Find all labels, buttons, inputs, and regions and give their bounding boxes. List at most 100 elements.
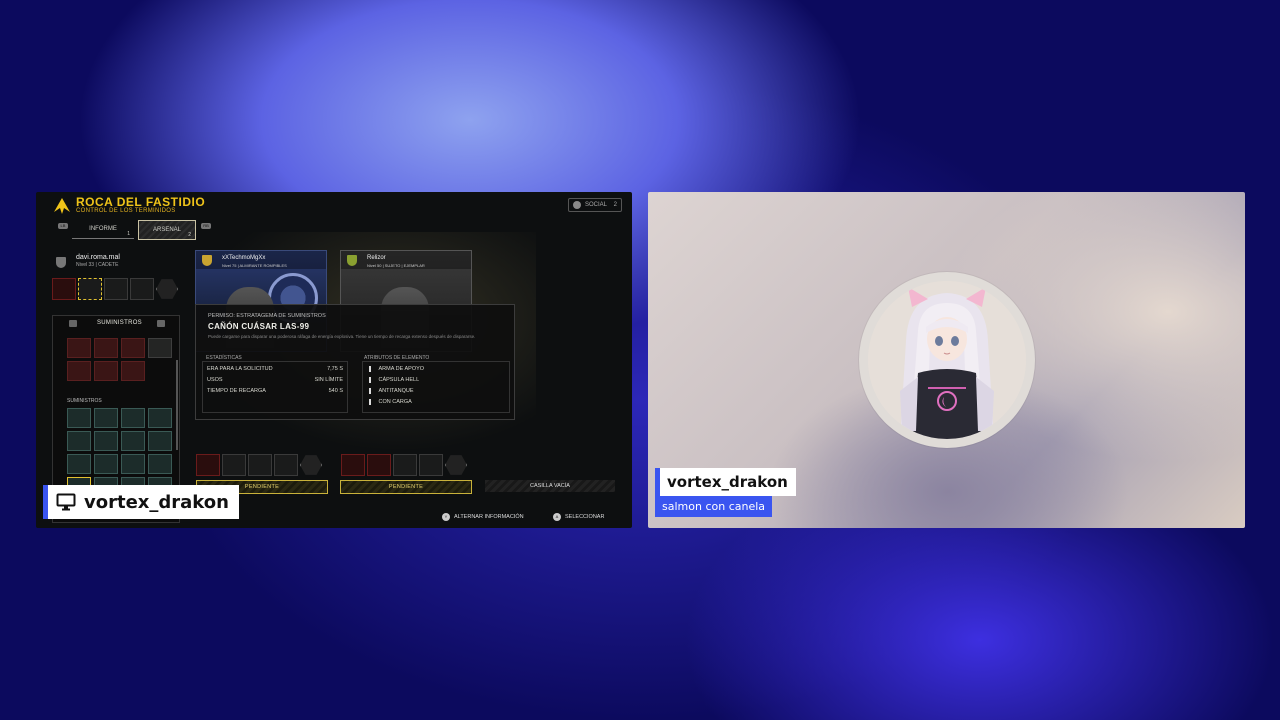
- screen-share-name-tag: vortex_drakon: [43, 485, 239, 519]
- stratagem-slot[interactable]: [121, 431, 145, 451]
- tooltip-description: Puede cargarse para disparar una poderos…: [208, 334, 476, 339]
- pending-status-player3: PENDIENTE: [340, 480, 472, 494]
- hint-label: ALTERNAR INFORMACIÓN: [454, 514, 524, 520]
- a-button-icon: A: [553, 513, 561, 521]
- loadout-slot[interactable]: [130, 278, 154, 300]
- stratagem-grid-bottom: [67, 408, 172, 497]
- avatar: [868, 281, 1026, 439]
- tab-arsenal-label: ARSENAL: [152, 227, 181, 233]
- stratagem-slot[interactable]: [121, 338, 145, 358]
- tab-informe-label: INFORME: [89, 226, 117, 232]
- tab-informe[interactable]: INFORME 1: [72, 220, 134, 239]
- stat-value: 7,75 S: [327, 366, 343, 372]
- tab-informe-number: 1: [127, 231, 130, 237]
- social-button[interactable]: SOCIAL 2: [568, 198, 622, 212]
- stratagem-grid-top: [67, 338, 172, 381]
- lb-key-icon: LB: [58, 223, 68, 229]
- stratagem-slot[interactable]: [148, 431, 172, 451]
- supplies-header: SUMINISTROS: [97, 320, 142, 326]
- attribute-row: CON CARGA: [369, 399, 412, 405]
- stratagem-slot[interactable]: [67, 408, 91, 428]
- player-rank-icon: [56, 257, 66, 268]
- participant-subtitle: salmon con canela: [655, 496, 773, 517]
- stratagem-slot[interactable]: [67, 361, 91, 381]
- loadout-slot[interactable]: [52, 278, 76, 300]
- stratagem-slot[interactable]: [121, 408, 145, 428]
- hint-select[interactable]: A SELECCIONAR: [553, 513, 604, 521]
- local-loadout-slots: [52, 278, 178, 300]
- tooltip-permission: PERMISO: ESTRATAGEMA DE SUMINISTROS: [208, 313, 326, 319]
- stratagem-slot[interactable]: [94, 361, 118, 381]
- loadout-slot[interactable]: [196, 454, 220, 476]
- booster-hex-slot[interactable]: [300, 455, 322, 475]
- lb-key-icon: [69, 320, 77, 327]
- stratagem-slot[interactable]: [94, 408, 118, 428]
- stratagem-slot[interactable]: [94, 454, 118, 474]
- hint-label: SELECCIONAR: [565, 514, 605, 520]
- player2-loadout-slots: [196, 454, 322, 476]
- social-count: 2: [613, 202, 617, 208]
- stratagem-slot[interactable]: [121, 361, 145, 381]
- loadout-slot[interactable]: [367, 454, 391, 476]
- monitor-icon: [56, 493, 76, 511]
- player2-level: Nivel 75 | ALMIRANTE ROMPIBLES: [222, 263, 287, 268]
- tab-arsenal-number: 2: [188, 232, 191, 238]
- loadout-slot[interactable]: [393, 454, 417, 476]
- tab-arsenal[interactable]: ARSENAL 2: [138, 220, 196, 240]
- attribute-label: CÁPSULA HELL: [378, 377, 420, 383]
- avatar-frame: [859, 272, 1035, 448]
- loadout-slot-selected[interactable]: [78, 278, 102, 300]
- player3-level: Nivel 50 | SUJETO | EJEMPLAR: [367, 263, 425, 268]
- stratagem-slot[interactable]: [67, 431, 91, 451]
- stratagem-slot[interactable]: [67, 454, 91, 474]
- attribute-label: ARMA DE APOYO: [378, 366, 425, 372]
- stratagem-slot[interactable]: [148, 408, 172, 428]
- tooltip-weapon-name: CAÑÓN CUÁSAR LAS-99: [208, 322, 310, 331]
- loadout-slot[interactable]: [222, 454, 246, 476]
- participant-username: vortex_drakon: [667, 473, 788, 491]
- stat-value: 540 S: [328, 388, 343, 394]
- attribute-label: CON CARGA: [378, 399, 412, 405]
- loadout-slot[interactable]: [248, 454, 272, 476]
- screen-share-username: vortex_drakon: [84, 491, 229, 513]
- hint-toggle-info[interactable]: Y ALTERNAR INFORMACIÓN: [442, 513, 524, 521]
- anime-avatar-illustration: [868, 281, 1026, 439]
- stratagem-slot[interactable]: [94, 431, 118, 451]
- stat-label: ERA PARA LA SOLICITUD: [207, 366, 273, 372]
- booster-hex-slot[interactable]: [445, 455, 467, 475]
- stratagem-slot[interactable]: [148, 338, 172, 358]
- game-screen-share: ROCA DEL FASTIDIO CONTROL DE LOS TERMINI…: [36, 192, 632, 528]
- loadout-slot[interactable]: [104, 278, 128, 300]
- supplies-scrollbar[interactable]: [176, 360, 178, 450]
- loadout-slot[interactable]: [419, 454, 443, 476]
- ship-subtitle: CONTROL DE LOS TERMINIDOS: [76, 208, 176, 214]
- local-player-level: Nivel 33 | CADETE: [76, 262, 119, 268]
- local-player-name: davi.roma.mal: [76, 254, 120, 261]
- ship-title: ROCA DEL FASTIDIO: [76, 195, 206, 209]
- stratagem-slot[interactable]: [148, 454, 172, 474]
- stratagem-slot[interactable]: [94, 338, 118, 358]
- stat-row: USOS SIN LÍMITE: [207, 377, 343, 383]
- rb-key-icon: [157, 320, 165, 327]
- player2-name: xXTechmoMgXx: [222, 255, 266, 261]
- stat-row: ERA PARA LA SOLICITUD 7,75 S: [207, 366, 343, 372]
- player3-loadout-slots: [341, 454, 467, 476]
- stratagem-slot[interactable]: [67, 338, 91, 358]
- attributes-box: ARMA DE APOYO CÁPSULA HELL ANTITANQUE CO…: [362, 361, 510, 413]
- participant-name-tag: vortex_drakon salmon con canela: [655, 468, 796, 517]
- empty-slot-status: CASILLA VACÍA: [485, 480, 615, 492]
- loadout-slot[interactable]: [341, 454, 365, 476]
- player2-rank-icon: [202, 255, 212, 266]
- stat-label: USOS: [207, 377, 223, 383]
- stratagem-slot[interactable]: [121, 454, 145, 474]
- attribute-row: ANTITANQUE: [369, 388, 414, 394]
- supplies-subheader: SUMINISTROS: [67, 398, 102, 404]
- attribute-label: ANTITANQUE: [378, 388, 414, 394]
- local-player-card: davi.roma.mal Nivel 33 | CADETE: [76, 254, 120, 268]
- booster-hex-slot[interactable]: [156, 279, 178, 299]
- player3-name: Relizor: [367, 255, 386, 261]
- loadout-slot[interactable]: [274, 454, 298, 476]
- player3-rank-icon: [347, 255, 357, 266]
- super-destroyer-logo-icon: [54, 198, 70, 214]
- attribute-row: CÁPSULA HELL: [369, 377, 419, 383]
